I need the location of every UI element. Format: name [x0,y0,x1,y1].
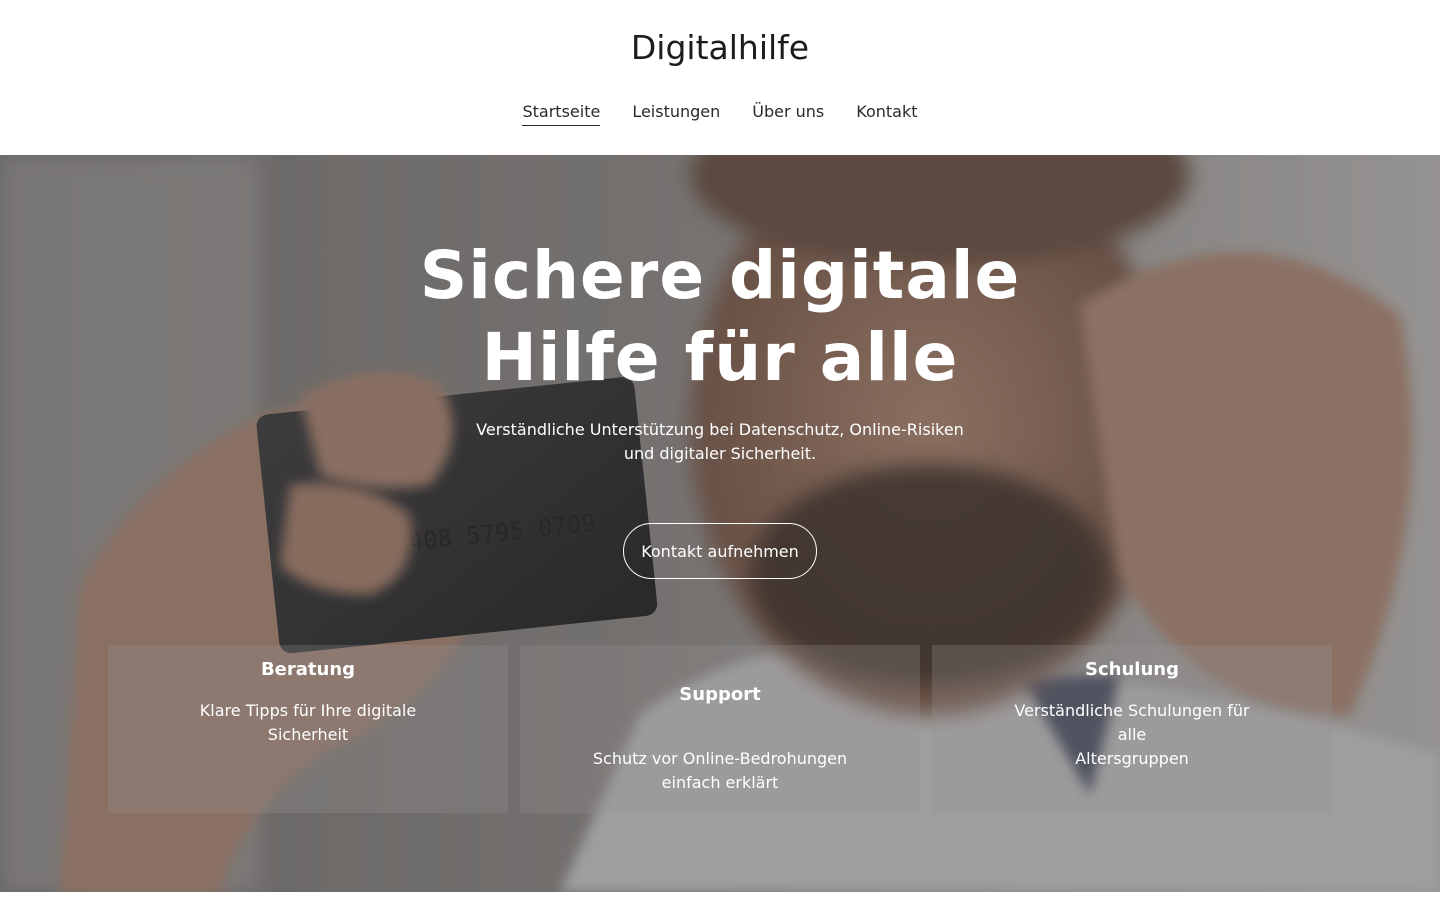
hero-title-line-2: Hilfe für alle [481,319,959,396]
site-title[interactable]: Digitalhilfe [0,28,1440,68]
main-nav: Startseite Leistungen Über uns Kontakt [0,100,1440,126]
nav-link-ueber-uns[interactable]: Über uns [752,100,824,126]
hero-title-line-1: Sichere digitale [419,237,1021,314]
feature-card-support: Support Schutz vor Online-Bedrohungen ei… [520,645,920,813]
hero-subtitle-line-2: und digitaler Sicherheit. [623,444,817,463]
feature-card-text-line-1: Klare Tipps für Ihre digitale [199,701,417,720]
feature-card-text: Schutz vor Online-Bedrohungen einfach er… [580,747,860,795]
hero-subtitle-line-1: Verständliche Unterstützung bei Datensch… [476,420,964,439]
feature-card-schulung: Schulung Verständliche Schulungen für al… [932,645,1332,813]
site-header: Digitalhilfe Startseite Leistungen Über … [0,0,1440,155]
feature-card-title: Beratung [260,659,356,680]
feature-card-text: Klare Tipps für Ihre digitale Sicherheit [178,699,438,747]
feature-card-title: Support [679,684,761,705]
hero-section: 2408 5795 0709 Sichere digitale Hilfe fü… [0,155,1440,892]
hero-subtitle: Verständliche Unterstützung bei Datensch… [460,418,980,466]
feature-card-beratung: Beratung Klare Tipps für Ihre digitale S… [108,645,508,813]
nav-link-leistungen[interactable]: Leistungen [632,100,720,126]
feature-card-text-line-2: Altersgruppen [1075,749,1189,768]
feature-card-text: Verständliche Schulungen für alle Alters… [1002,699,1262,771]
contact-cta-button[interactable]: Kontakt aufnehmen [623,523,817,579]
feature-card-title: Schulung [1085,659,1179,680]
hero-title: Sichere digitale Hilfe für alle [320,235,1120,399]
feature-card-text-line-2: Sicherheit [267,725,349,744]
nav-link-startseite[interactable]: Startseite [522,100,601,126]
feature-card-text-line-2: einfach erklärt [661,773,779,792]
feature-card-text-line-1: Schutz vor Online-Bedrohungen [592,749,848,768]
feature-card-text-line-1: Verständliche Schulungen für alle [1014,701,1250,744]
nav-link-kontakt[interactable]: Kontakt [856,100,917,126]
